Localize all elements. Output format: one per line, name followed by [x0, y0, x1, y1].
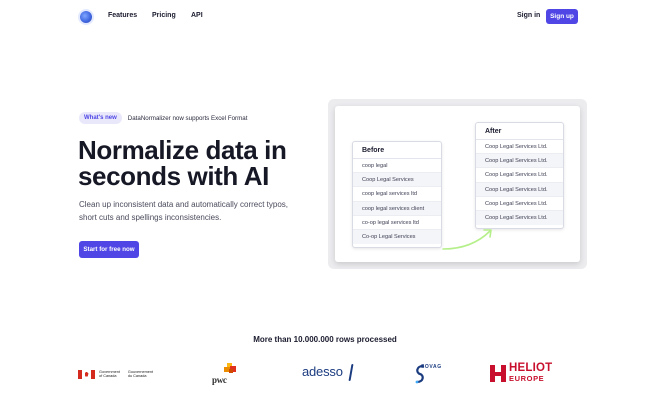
announcement[interactable]: What's new DataNormalizer now supports E… — [79, 112, 247, 124]
before-row: coop legal services client — [353, 201, 441, 216]
after-rows: Coop Legal Services Ltd. Coop Legal Serv… — [476, 140, 563, 226]
start-free-button[interactable]: Start for free now — [79, 241, 139, 258]
government-of-canada-logo: Government of Canada Gouvernement du Canad… — [78, 368, 153, 380]
canada-flag-icon — [78, 369, 95, 379]
heliot-wordmark: HELIOT — [509, 362, 553, 374]
heliot-europe-logo: HELIOT EUROPE — [490, 362, 580, 385]
after-row: Coop Legal Services Ltd. — [476, 182, 563, 197]
sign-up-button[interactable]: Sign up — [546, 9, 578, 24]
after-row: Coop Legal Services Ltd. — [476, 197, 563, 211]
curved-arrow-icon — [442, 229, 492, 250]
top-nav: Features Pricing API Sign in Sign up — [0, 0, 650, 34]
pwc-mark-icon — [224, 363, 236, 373]
before-card: Before coop legal Coop Legal Services co… — [352, 141, 442, 248]
before-row: co-op legal services ltd — [353, 216, 441, 230]
after-row: Coop Legal Services Ltd. — [476, 140, 563, 155]
heliot-h-icon — [490, 365, 506, 382]
before-row: Co-op Legal Services — [353, 229, 441, 245]
hero-headline-line-2: seconds with AI — [78, 161, 269, 191]
before-row: coop legal services ltd — [353, 187, 441, 202]
hero-headline: Normalize data in seconds with AI — [78, 137, 318, 189]
adesso-logo: adesso — [302, 364, 343, 379]
before-row: Coop Legal Services — [353, 173, 441, 188]
pwc-wordmark: pwc — [212, 375, 227, 385]
before-rows: coop legal Coop Legal Services coop lega… — [353, 159, 441, 245]
pwc-logo: pwc — [212, 363, 242, 385]
before-card-title: Before — [353, 142, 441, 159]
canada-logo-text-fr: Gouvernement du Canada — [127, 369, 154, 378]
sign-in-link[interactable]: Sign in — [517, 12, 540, 19]
after-row: Coop Legal Services Ltd. — [476, 154, 563, 169]
after-row: Coop Legal Services Ltd. — [476, 210, 563, 226]
rows-processed-heading: More than 10.000.000 rows processed — [253, 335, 397, 344]
canada-logo-text-en: Government of Canada — [99, 369, 120, 378]
after-card-title: After — [476, 123, 563, 140]
whats-new-badge: What's new — [79, 112, 122, 124]
nav-link-api[interactable]: API — [191, 12, 203, 19]
after-card: After Coop Legal Services Ltd. Coop Lega… — [475, 122, 564, 229]
brand-logo-icon[interactable] — [80, 11, 92, 23]
europe-wordmark: EUROPE — [509, 374, 545, 383]
announcement-text: DataNormalizer now supports Excel Format — [127, 114, 248, 122]
before-row: coop legal — [353, 159, 441, 174]
adesso-slash-icon — [348, 364, 354, 381]
nav-link-features[interactable]: Features — [108, 12, 137, 19]
sovag-logo: SOVAG — [414, 363, 448, 385]
nav-link-pricing[interactable]: Pricing — [152, 12, 176, 19]
hero-subtitle: Clean up inconsistent data and automatic… — [79, 200, 289, 222]
after-row: Coop Legal Services Ltd. — [476, 168, 563, 183]
sovag-wordmark: SOVAG — [421, 364, 442, 370]
